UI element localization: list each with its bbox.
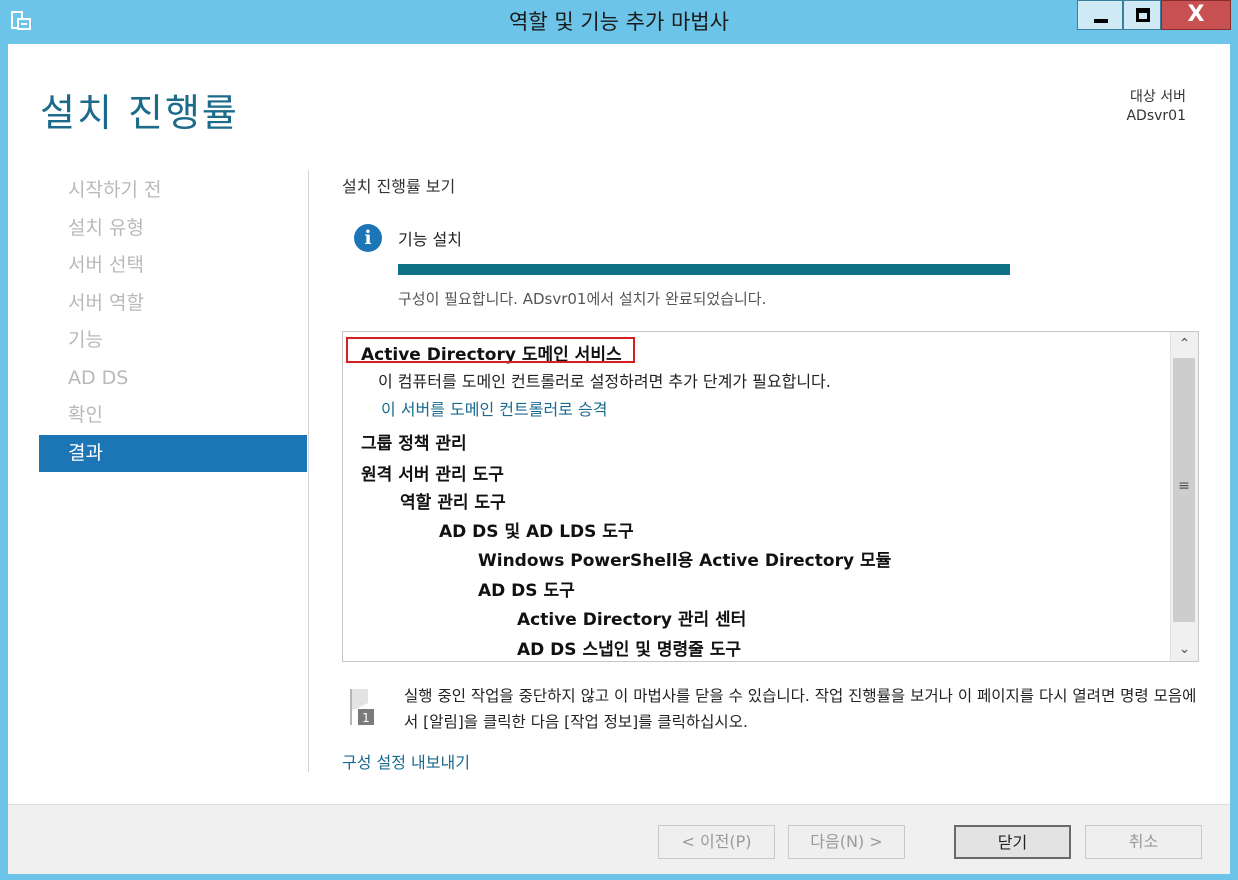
wizard-navigation: 시작하기 전 설치 유형 서버 선택 서버 역할 기능 AD DS 확인 결과 xyxy=(39,172,307,472)
maximize-icon xyxy=(1136,8,1150,22)
result-item-ad-admin-center: Active Directory 관리 센터 xyxy=(517,610,747,630)
section-heading: 설치 진행률 보기 xyxy=(342,177,456,196)
info-icon: i xyxy=(354,224,382,252)
export-configuration-link[interactable]: 구성 설정 내보내기 xyxy=(342,749,470,773)
close-button[interactable]: 닫기 xyxy=(954,825,1071,859)
highlight-box xyxy=(346,337,635,363)
result-item-role-admin-tools: 역할 관리 도구 xyxy=(400,493,506,513)
wizard-client-area: 설치 진행률 대상 서버 ADsvr01 시작하기 전 설치 유형 서버 선택 … xyxy=(8,44,1230,875)
window-title: 역할 및 기능 추가 마법사 xyxy=(509,10,729,34)
previous-button[interactable]: < 이전(P) xyxy=(658,825,775,859)
nav-item-installation-type[interactable]: 설치 유형 xyxy=(39,210,307,248)
wizard-close-notice: 실행 중인 작업을 중단하지 않고 이 마법사를 닫을 수 있습니다. 작업 진… xyxy=(404,687,1197,731)
maximize-button[interactable] xyxy=(1123,0,1161,30)
nav-item-results[interactable]: 결과 xyxy=(39,434,307,472)
nav-item-features[interactable]: 기능 xyxy=(39,322,307,360)
result-item-snapins: AD DS 스냅인 및 명령줄 도구 xyxy=(517,640,741,660)
wizard-footer: < 이전(P) 다음(N) > 닫기 취소 xyxy=(8,804,1230,875)
result-item-rsat: 원격 서버 관리 도구 xyxy=(361,465,504,485)
nav-divider xyxy=(308,170,309,772)
target-server-value: ADsvr01 xyxy=(1126,108,1186,124)
title-bar: 역할 및 기능 추가 마법사 X xyxy=(0,0,1238,44)
ad-ds-description: 이 컴퓨터를 도메인 컨트롤러로 설정하려면 추가 단계가 필요합니다. xyxy=(378,372,831,391)
progress-fill xyxy=(398,264,1010,275)
scroll-down-arrow-icon[interactable]: ⌄ xyxy=(1171,637,1198,661)
results-content: Active Directory 도메인 서비스 이 컴퓨터를 도메인 컨트롤러… xyxy=(343,332,1170,661)
installation-status-text: 구성이 필요합니다. ADsvr01에서 설치가 완료되었습니다. xyxy=(398,290,767,308)
result-item-powershell-module: Windows PowerShell용 Active Directory 모듈 xyxy=(478,551,892,571)
nav-item-confirmation[interactable]: 확인 xyxy=(39,397,307,435)
cancel-button[interactable]: 취소 xyxy=(1085,825,1202,859)
next-button[interactable]: 다음(N) > xyxy=(788,825,905,859)
scroll-up-arrow-icon[interactable]: ⌃ xyxy=(1171,332,1198,356)
scrollbar-thumb[interactable]: ≡ xyxy=(1173,358,1195,622)
installation-progress-bar xyxy=(398,264,1010,275)
vertical-scrollbar[interactable]: ⌃ ≡ ⌄ xyxy=(1170,332,1198,661)
notification-count: 1 xyxy=(362,711,370,725)
nav-item-ad-ds[interactable]: AD DS xyxy=(39,360,307,398)
close-icon: X xyxy=(1187,2,1205,27)
nav-item-before-you-begin[interactable]: 시작하기 전 xyxy=(39,172,307,210)
result-item-group-policy: 그룹 정책 관리 xyxy=(361,434,467,454)
nav-item-server-selection[interactable]: 서버 선택 xyxy=(39,247,307,285)
page-title: 설치 진행률 xyxy=(40,91,239,135)
results-list[interactable]: Active Directory 도메인 서비스 이 컴퓨터를 도메인 컨트롤러… xyxy=(342,331,1199,662)
close-window-button[interactable]: X xyxy=(1161,0,1231,30)
grip-icon: ≡ xyxy=(1178,478,1190,494)
minimize-icon xyxy=(1094,19,1108,23)
result-item-ad-ds-tools: AD DS 도구 xyxy=(478,581,575,601)
window-bottom-border xyxy=(0,874,1238,880)
minimize-button[interactable] xyxy=(1077,0,1123,30)
target-server-label: 대상 서버 xyxy=(1130,89,1186,105)
nav-item-server-roles[interactable]: 서버 역할 xyxy=(39,285,307,323)
feature-installation-label: 기능 설치 xyxy=(398,230,462,249)
promote-to-domain-controller-link[interactable]: 이 서버를 도메인 컨트롤러로 승격 xyxy=(381,396,607,420)
notification-flag-icon: 1 xyxy=(350,689,374,725)
result-item-ad-ds-lds-tools: AD DS 및 AD LDS 도구 xyxy=(439,522,634,542)
